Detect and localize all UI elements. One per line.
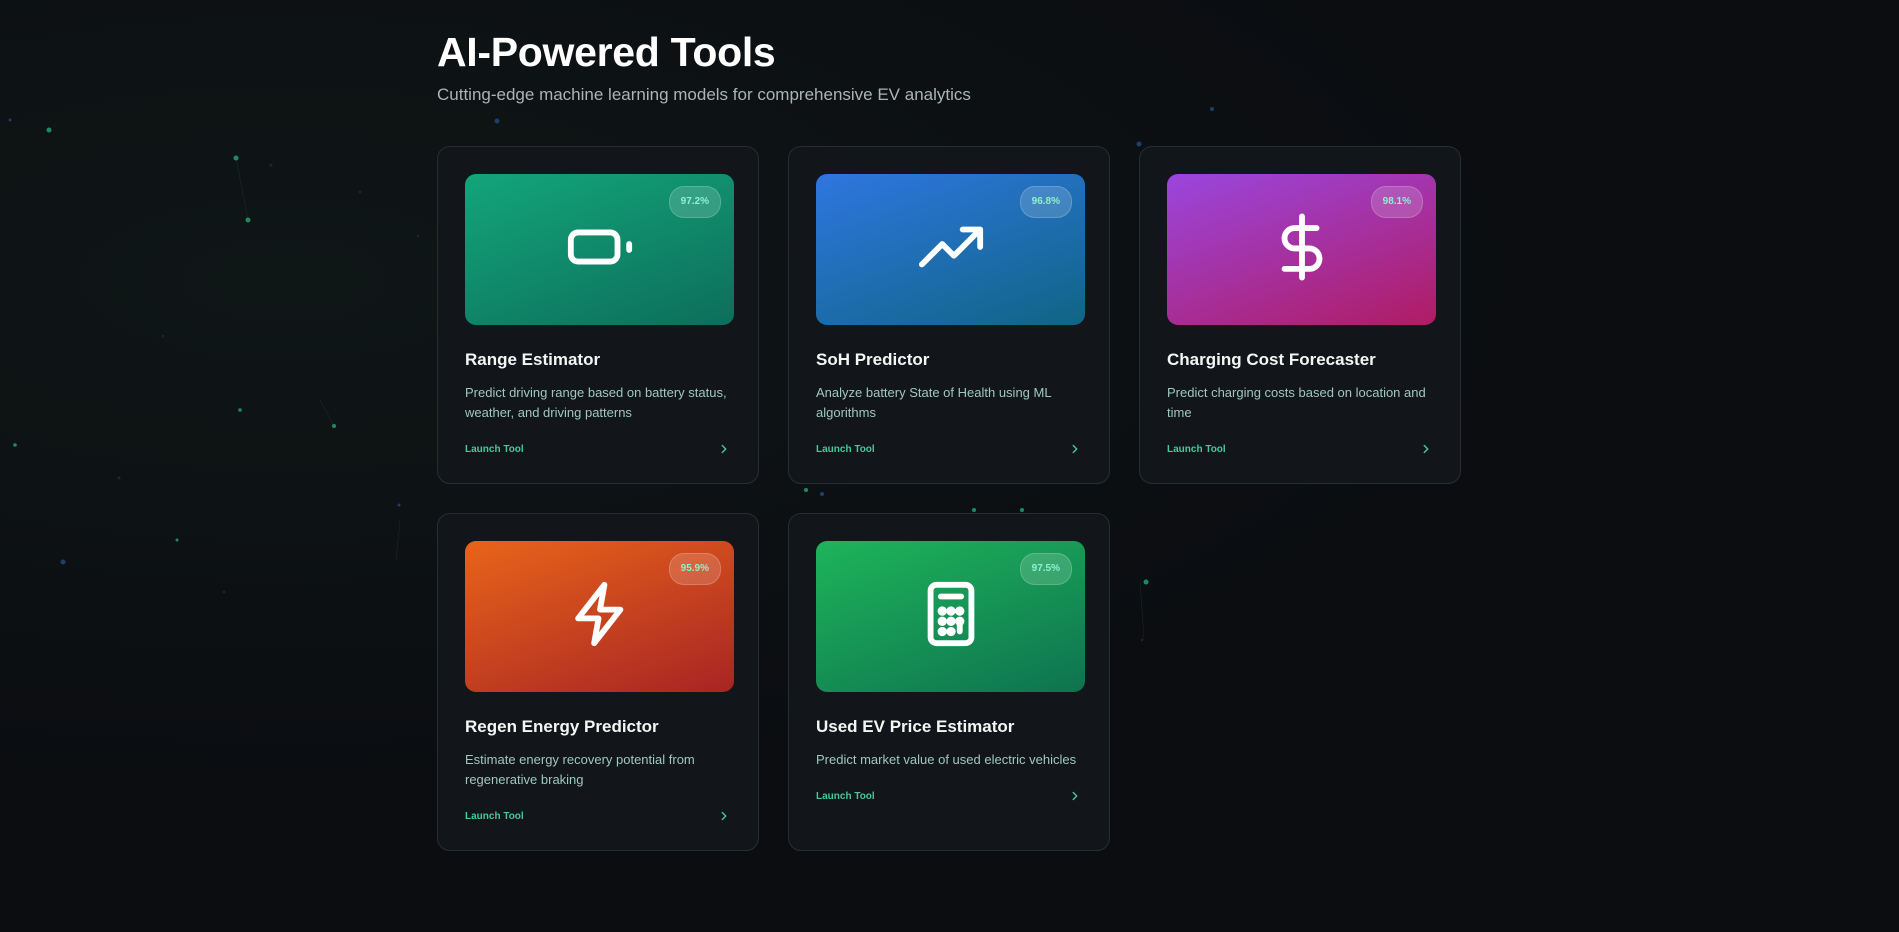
- tools-section: AI-Powered Tools Cutting-edge machine le…: [437, 26, 1467, 851]
- tool-title: Charging Cost Forecaster: [1167, 350, 1376, 369]
- chevron-right-icon: [717, 442, 731, 456]
- tool-description: Analyze battery State of Health using ML…: [816, 385, 1052, 420]
- launch-tool-button[interactable]: Launch Tool: [816, 786, 1082, 806]
- launch-tool-label: Launch Tool: [1167, 443, 1226, 455]
- tool-card-soh-predictor[interactable]: 96.8% SoH Predictor Analyze battery Stat…: [788, 146, 1110, 484]
- tool-title: Regen Energy Predictor: [465, 717, 659, 736]
- chevron-right-icon: [1419, 442, 1433, 456]
- accuracy-badge: 96.8%: [1019, 186, 1072, 218]
- accuracy-badge: 97.2%: [668, 186, 721, 218]
- calculator-icon: [916, 579, 986, 654]
- page: AI-Powered Tools Cutting-edge machine le…: [0, 0, 1899, 932]
- trending-up-icon: [916, 212, 986, 287]
- launch-tool-label: Launch Tool: [816, 443, 875, 455]
- tool-banner: 96.8%: [816, 174, 1085, 325]
- tool-title: SoH Predictor: [816, 350, 930, 369]
- page-title: AI-Powered Tools: [437, 29, 776, 75]
- tool-description: Estimate energy recovery potential from …: [465, 752, 695, 787]
- battery-icon: [565, 212, 635, 287]
- tool-banner: 95.9%: [465, 541, 734, 692]
- launch-tool-button[interactable]: Launch Tool: [465, 806, 731, 826]
- accuracy-badge: 95.9%: [668, 553, 721, 585]
- tool-card-charging-cost-forecaster[interactable]: 98.1% Charging Cost Forecaster Predict c…: [1139, 146, 1461, 484]
- tool-banner: 98.1%: [1167, 174, 1436, 325]
- tool-title: Range Estimator: [465, 350, 601, 369]
- chevron-right-icon: [717, 809, 731, 823]
- tool-banner: 97.5%: [816, 541, 1085, 692]
- tool-description: Predict market value of used electric ve…: [816, 752, 1077, 767]
- launch-tool-label: Launch Tool: [465, 443, 524, 455]
- accuracy-badge: 97.5%: [1019, 553, 1072, 585]
- launch-tool-button[interactable]: Launch Tool: [465, 439, 731, 459]
- dollar-icon: [1267, 212, 1337, 287]
- chevron-right-icon: [1068, 442, 1082, 456]
- page-subtitle: Cutting-edge machine learning models for…: [437, 85, 971, 104]
- launch-tool-label: Launch Tool: [816, 790, 875, 802]
- tool-card-regen-energy-predictor[interactable]: 95.9% Regen Energy Predictor Estimate en…: [437, 513, 759, 851]
- launch-tool-label: Launch Tool: [465, 810, 524, 822]
- tool-card-range-estimator[interactable]: 97.2% Range Estimator Predict driving ra…: [437, 146, 759, 484]
- accuracy-badge: 98.1%: [1370, 186, 1423, 218]
- launch-tool-button[interactable]: Launch Tool: [816, 439, 1082, 459]
- chevron-right-icon: [1068, 789, 1082, 803]
- tool-title: Used EV Price Estimator: [816, 717, 1015, 736]
- tool-card-used-ev-price-estimator[interactable]: 97.5% Used EV Price Estimator Predict ma…: [788, 513, 1110, 851]
- lightning-icon: [565, 579, 635, 654]
- tool-banner: 97.2%: [465, 174, 734, 325]
- tool-description: Predict driving range based on battery s…: [465, 385, 727, 420]
- launch-tool-button[interactable]: Launch Tool: [1167, 439, 1433, 459]
- tool-description: Predict charging costs based on location…: [1167, 385, 1426, 420]
